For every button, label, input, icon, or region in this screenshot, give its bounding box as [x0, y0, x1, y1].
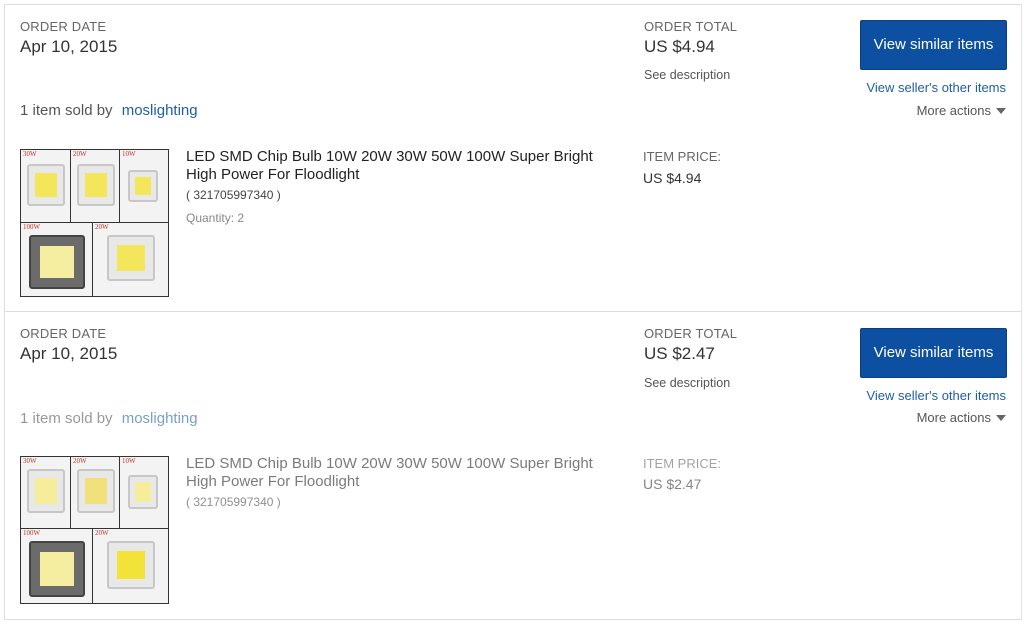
view-similar-items-button[interactable]: View similar items	[860, 328, 1007, 378]
view-similar-items-button[interactable]: View similar items	[860, 20, 1007, 70]
led-chip-image	[29, 235, 85, 289]
order-total-label: ORDER TOTAL	[644, 326, 738, 341]
order-total: US $2.47	[644, 344, 715, 363]
more-actions-menu[interactable]: More actions	[917, 410, 1006, 425]
thumb-tag: 100W	[23, 223, 41, 231]
chevron-down-icon	[996, 414, 1006, 421]
seller-link[interactable]: moslighting	[122, 410, 198, 427]
thumb-tag: 20W	[73, 457, 87, 465]
item-price-label: ITEM PRICE:	[643, 149, 722, 164]
thumb-tag: 20W	[73, 150, 87, 158]
thumb-cell: 20W	[93, 529, 168, 603]
chevron-down-icon	[996, 107, 1006, 114]
thumb-cell: 10W	[120, 150, 168, 223]
thumb-cell: 10W	[120, 457, 168, 529]
thumb-tag: 100W	[23, 529, 41, 537]
sold-by-text: 1 item sold by	[20, 410, 113, 427]
thumb-tag: 20W	[95, 223, 109, 231]
thumb-cell: 20W	[93, 223, 168, 296]
item-id: ( 321705997340 )	[186, 188, 281, 202]
more-actions-label: More actions	[916, 103, 991, 118]
thumb-cell: 30W	[21, 457, 71, 529]
led-chip-image	[128, 170, 158, 202]
order-total: US $4.94	[644, 37, 715, 56]
led-chip-image	[107, 541, 155, 589]
item-title-link[interactable]: LED SMD Chip Bulb 10W 20W 30W 50W 100W S…	[186, 455, 626, 491]
thumb-tag: 30W	[23, 150, 37, 158]
sold-by-text: 1 item sold by	[20, 102, 113, 119]
thumb-cell: 100W	[21, 529, 93, 603]
led-chip-image	[107, 235, 155, 281]
item-title-link[interactable]: LED SMD Chip Bulb 10W 20W 30W 50W 100W S…	[186, 148, 626, 184]
view-seller-other-items-link[interactable]: View seller's other items	[866, 80, 1006, 95]
led-chip-image	[29, 541, 85, 597]
more-actions-label: More actions	[916, 410, 991, 425]
order-date: Apr 10, 2015	[20, 344, 118, 363]
led-chip-image	[27, 164, 65, 206]
view-seller-other-items-link[interactable]: View seller's other items	[866, 388, 1006, 403]
thumb-cell: 20W	[71, 150, 120, 223]
see-description-link[interactable]: See description	[644, 68, 730, 82]
led-chip-image	[27, 469, 65, 513]
thumb-tag: 30W	[23, 457, 37, 465]
item-price: US $2.47	[643, 476, 702, 492]
item-price-label: ITEM PRICE:	[643, 456, 722, 471]
order-card: ORDER DATE Apr 10, 2015 ORDER TOTAL US $…	[4, 311, 1022, 620]
item-quantity: Quantity: 2	[186, 211, 245, 225]
more-actions-menu[interactable]: More actions	[917, 103, 1006, 118]
item-id: ( 321705997340 )	[186, 495, 281, 509]
order-date-label: ORDER DATE	[20, 19, 107, 34]
sold-by-line: 1 item sold by moslighting	[20, 102, 198, 119]
thumb-tag: 10W	[122, 457, 136, 465]
led-chip-image	[128, 475, 158, 509]
led-chip-image	[77, 469, 115, 513]
thumb-cell: 20W	[71, 457, 120, 529]
item-thumbnail[interactable]: 30W 20W 10W 100W 20W	[20, 456, 169, 604]
order-total-label: ORDER TOTAL	[644, 19, 738, 34]
order-card: ORDER DATE Apr 10, 2015 ORDER TOTAL US $…	[4, 4, 1022, 312]
item-price: US $4.94	[643, 170, 702, 186]
thumb-tag: 10W	[122, 150, 136, 158]
order-date: Apr 10, 2015	[20, 37, 118, 56]
item-thumbnail[interactable]: 30W 20W 10W 100W 20W	[20, 149, 169, 297]
thumb-cell: 30W	[21, 150, 71, 223]
thumb-cell: 100W	[21, 223, 93, 296]
thumb-tag: 20W	[95, 529, 109, 537]
order-date-label: ORDER DATE	[20, 326, 107, 341]
led-chip-image	[77, 164, 115, 206]
sold-by-line: 1 item sold by moslighting	[20, 410, 198, 427]
seller-link[interactable]: moslighting	[122, 102, 198, 119]
see-description-link[interactable]: See description	[644, 376, 730, 390]
